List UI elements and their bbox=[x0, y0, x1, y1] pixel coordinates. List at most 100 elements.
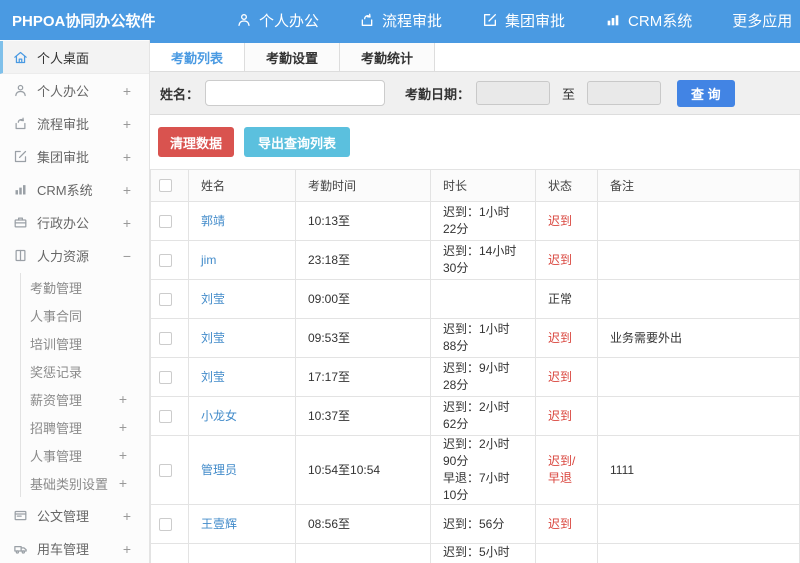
row-checkbox[interactable] bbox=[159, 292, 172, 306]
sidebar-subitem-hr-contract[interactable]: 人事合同 bbox=[20, 301, 149, 329]
duration-line: 迟到：14小时30分 bbox=[443, 244, 517, 275]
note-cell bbox=[597, 279, 800, 319]
tab-label: 考勤列表 bbox=[171, 50, 224, 66]
expand-toggle[interactable]: + bbox=[123, 182, 131, 198]
table-row: 刘莹 09:53至 迟到：1小时88分 迟到 业务需要外出 bbox=[150, 318, 800, 358]
employee-name-link[interactable]: 刘莹 bbox=[201, 370, 225, 384]
sidebar-subitem-training-mgmt[interactable]: 培训管理 bbox=[20, 329, 149, 357]
expand-toggle[interactable]: + bbox=[123, 215, 131, 231]
employee-name-link[interactable]: 王壹辉 bbox=[201, 517, 237, 531]
topbar-nav-more-apps[interactable]: 更多应用▼ bbox=[732, 10, 800, 31]
employee-name-link[interactable]: 管理员 bbox=[201, 463, 237, 477]
row-checkbox[interactable] bbox=[159, 214, 172, 228]
tab-attendance-settings[interactable]: 考勤设置 bbox=[245, 43, 341, 71]
sidebar-subitem-recruit-mgmt[interactable]: 招聘管理 + bbox=[20, 413, 149, 441]
column-header-time: 考勤时间 bbox=[295, 169, 431, 202]
expand-toggle[interactable]: − bbox=[123, 248, 131, 264]
duration-cell: 迟到：56分 bbox=[430, 504, 536, 544]
date-to-input[interactable] bbox=[587, 81, 662, 105]
row-checkbox[interactable] bbox=[159, 409, 172, 423]
status-cell: 正常 bbox=[535, 279, 598, 319]
status-text: 迟到/早退 bbox=[548, 454, 576, 485]
sidebar-item-personal-desktop[interactable]: 个人桌面 bbox=[0, 41, 149, 74]
topbar-nav-personal-office[interactable]: 个人办公 bbox=[236, 10, 319, 31]
name-cell: 刘莹 bbox=[188, 357, 296, 397]
sidebar-subitem-reward-punishment[interactable]: 奖惩记录 bbox=[20, 357, 149, 385]
note-cell bbox=[597, 543, 800, 563]
status-cell: 迟到 bbox=[535, 240, 598, 280]
duration-cell: 迟到：2小时90分 早退：7小时10分 bbox=[430, 435, 536, 505]
note-cell bbox=[597, 201, 800, 241]
row-checkbox[interactable] bbox=[159, 331, 172, 345]
expand-toggle[interactable]: + bbox=[119, 447, 127, 463]
briefcase-icon bbox=[13, 215, 28, 230]
sidebar-item-process-approval[interactable]: 流程审批 + bbox=[0, 107, 149, 140]
row-checkbox[interactable] bbox=[159, 463, 172, 477]
note-cell bbox=[597, 504, 800, 544]
expand-toggle[interactable]: + bbox=[123, 541, 131, 557]
tab-attendance-stats[interactable]: 考勤统计 bbox=[340, 43, 436, 71]
row-checkbox[interactable] bbox=[159, 370, 172, 384]
sidebar-subitem-attendance-mgmt[interactable]: 考勤管理 bbox=[20, 273, 149, 301]
expand-toggle[interactable]: + bbox=[123, 83, 131, 99]
search-button[interactable]: 查 询 bbox=[677, 79, 735, 107]
duration-line: 迟到：5小时33分 bbox=[443, 545, 510, 563]
expand-toggle[interactable]: + bbox=[123, 508, 131, 524]
export-list-button[interactable]: 导出查询列表 bbox=[244, 127, 351, 157]
status-text: 迟到 bbox=[548, 330, 573, 345]
sidebar-subitem-label: 人事管理 bbox=[30, 448, 83, 464]
topbar-nav-crm-system[interactable]: CRM系统 bbox=[605, 10, 692, 31]
time-cell: 09:53至 bbox=[295, 318, 431, 358]
expand-toggle[interactable]: + bbox=[119, 419, 127, 435]
note-cell: 1111 bbox=[597, 435, 800, 505]
topbar-nav-label: CRM系统 bbox=[628, 12, 693, 30]
status-cell: 迟到 bbox=[535, 318, 598, 358]
select-cell bbox=[150, 357, 189, 397]
sidebar-subitem-label: 基础类别设置 bbox=[30, 476, 109, 492]
sidebar-subitem-personnel-mgmt[interactable]: 人事管理 + bbox=[20, 441, 149, 469]
topbar-nav-group-approval[interactable]: 集团审批 bbox=[482, 10, 565, 31]
topbar-nav-process-approval[interactable]: 流程审批 bbox=[359, 10, 442, 31]
sidebar-item-human-resources[interactable]: 人力资源 − bbox=[0, 239, 149, 272]
action-bar: 清理数据 导出查询列表 bbox=[150, 115, 800, 169]
sidebar-item-admin-office[interactable]: 行政办公 + bbox=[0, 206, 149, 239]
select-cell bbox=[150, 201, 189, 241]
note-cell bbox=[597, 240, 800, 280]
time-cell: 23:18至 bbox=[295, 240, 431, 280]
expand-toggle[interactable]: + bbox=[119, 391, 127, 407]
select-all-checkbox[interactable] bbox=[159, 179, 172, 192]
row-checkbox[interactable] bbox=[159, 517, 172, 531]
duration-line: 迟到：2小时90分 bbox=[443, 437, 510, 468]
sidebar-item-group-approval[interactable]: 集团审批 + bbox=[0, 140, 149, 173]
date-from-input[interactable] bbox=[476, 81, 551, 105]
sidebar-item-vehicle-mgmt[interactable]: 用车管理 + bbox=[0, 532, 149, 563]
expand-toggle[interactable]: + bbox=[119, 475, 127, 491]
name-input[interactable] bbox=[205, 80, 386, 106]
sidebar-subitem-label: 招聘管理 bbox=[30, 420, 83, 436]
sidebar-item-document-mgmt[interactable]: 公文管理 + bbox=[0, 499, 149, 532]
table-row: 管理员 10:54至10:54 迟到：2小时90分 早退：7小时10分 迟到/早退 111… bbox=[150, 435, 800, 505]
tab-attendance-list[interactable]: 考勤列表 bbox=[150, 43, 246, 71]
topbar-nav-label: 更多应用 bbox=[732, 12, 793, 30]
row-checkbox[interactable] bbox=[159, 253, 172, 267]
sidebar: 个人桌面 个人办公 + 流程审批 + 集团审批 + CRM系统 + 行政办公 + 人力资源 − 考勤管理人… bbox=[0, 40, 150, 563]
note-cell bbox=[597, 396, 800, 436]
employee-name-link[interactable]: 刘莹 bbox=[201, 292, 225, 306]
employee-name-link[interactable]: 小龙女 bbox=[201, 409, 237, 423]
duration-line: 迟到：1小时88分 bbox=[443, 322, 510, 353]
sidebar-subitem-salary-mgmt[interactable]: 薪资管理 + bbox=[20, 385, 149, 413]
sidebar-item-label: CRM系统 bbox=[37, 183, 93, 198]
employee-name-link[interactable]: 郭靖 bbox=[201, 214, 225, 228]
expand-toggle[interactable]: + bbox=[123, 149, 131, 165]
employee-name-link[interactable]: jim bbox=[201, 253, 216, 267]
edit-icon bbox=[13, 149, 28, 164]
clean-data-button[interactable]: 清理数据 bbox=[158, 127, 235, 157]
sidebar-item-crm-system[interactable]: CRM系统 + bbox=[0, 173, 149, 206]
employee-name-link[interactable]: 刘莹 bbox=[201, 331, 225, 345]
status-cell: 迟到 bbox=[535, 504, 598, 544]
topbar: PHPOA协同办公软件 个人办公 流程审批 集团审批 CRM系统 更多应用▼ bbox=[0, 0, 800, 40]
sidebar-item-personal-office[interactable]: 个人办公 + bbox=[0, 74, 149, 107]
expand-toggle[interactable]: + bbox=[123, 116, 131, 132]
sidebar-subitem-base-category-settings[interactable]: 基础类别设置 + bbox=[20, 469, 149, 497]
tab-bar: 考勤列表 考勤设置 考勤统计 bbox=[150, 43, 800, 72]
